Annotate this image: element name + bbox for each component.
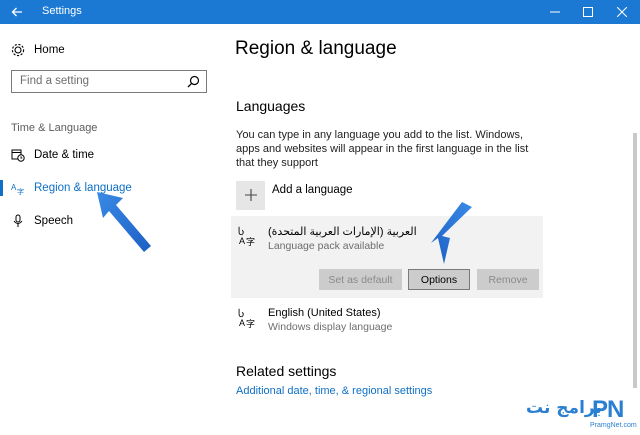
- minimize-button[interactable]: [538, 0, 572, 24]
- language-name: English (United States): [268, 307, 381, 319]
- svg-text:字: 字: [17, 187, 24, 195]
- section-header: Time & Language: [11, 122, 98, 134]
- watermark-arabic: برامج نت: [526, 398, 602, 418]
- microphone-icon: [11, 214, 25, 228]
- nav-date-time[interactable]: Date & time: [0, 141, 220, 169]
- add-language-button[interactable]: Add a language: [236, 180, 353, 210]
- close-button[interactable]: [605, 0, 639, 24]
- language-item-arabic: Ⴑ A 字 العربية (الإمارات العربية المتحدة)…: [237, 225, 417, 252]
- search-input[interactable]: Find a setting: [11, 70, 207, 93]
- remove-button[interactable]: Remove: [477, 269, 539, 290]
- set-default-button[interactable]: Set as default: [319, 269, 402, 290]
- nav-home[interactable]: Home: [0, 36, 220, 64]
- svg-text:字: 字: [246, 236, 255, 247]
- active-indicator: [0, 180, 3, 196]
- window-title: Settings: [42, 5, 82, 17]
- svg-text:字: 字: [246, 318, 255, 329]
- related-settings-heading: Related settings: [236, 363, 337, 379]
- home-gear-icon: [11, 43, 25, 57]
- maximize-icon: [583, 7, 593, 17]
- nav-date-time-label: Date & time: [34, 149, 95, 161]
- language-card-selected[interactable]: Ⴑ A 字 العربية (الإمارات العربية المتحدة)…: [231, 216, 543, 298]
- watermark-logo: برامج نت PN PramgNet.com: [526, 396, 637, 432]
- scrollbar[interactable]: [633, 133, 637, 388]
- back-arrow-icon: [11, 7, 22, 17]
- languages-description: You can type in any language you add to …: [236, 129, 529, 169]
- page-title: Region & language: [235, 38, 397, 59]
- nav-speech-label: Speech: [34, 215, 74, 227]
- svg-text:A: A: [239, 318, 245, 328]
- search-placeholder: Find a setting: [20, 75, 90, 87]
- language-item-english[interactable]: Ⴑ A 字 English (United States) Windows di…: [237, 307, 392, 333]
- nav-home-label: Home: [34, 44, 65, 56]
- search-icon: [187, 75, 200, 93]
- watermark-pn: PN: [592, 396, 624, 423]
- calendar-clock-icon: [11, 148, 25, 162]
- language-icon: Ⴑ A 字: [237, 307, 259, 330]
- annotation-arrow-icon: [431, 202, 472, 264]
- back-button[interactable]: [0, 0, 34, 24]
- plus-icon: [236, 180, 265, 210]
- language-name: العربية (الإمارات العربية المتحدة): [268, 226, 417, 238]
- annotation-arrow-icon: [97, 192, 151, 252]
- add-language-label: Add a language: [272, 184, 353, 196]
- region-language-icon: A 字: [11, 181, 25, 195]
- additional-settings-link[interactable]: Additional date, time, & regional settin…: [236, 385, 432, 397]
- language-status: Language pack available: [268, 240, 385, 252]
- options-button[interactable]: Options: [408, 269, 470, 290]
- languages-heading: Languages: [236, 98, 306, 114]
- watermark-site: PramgNet.com: [590, 422, 637, 429]
- svg-text:A: A: [239, 236, 245, 246]
- close-icon: [617, 7, 627, 17]
- minimize-icon: [550, 11, 560, 13]
- maximize-button[interactable]: [571, 0, 605, 24]
- language-status: Windows display language: [268, 321, 393, 333]
- title-bar: Settings: [0, 0, 640, 24]
- language-icon: Ⴑ A 字: [237, 225, 259, 248]
